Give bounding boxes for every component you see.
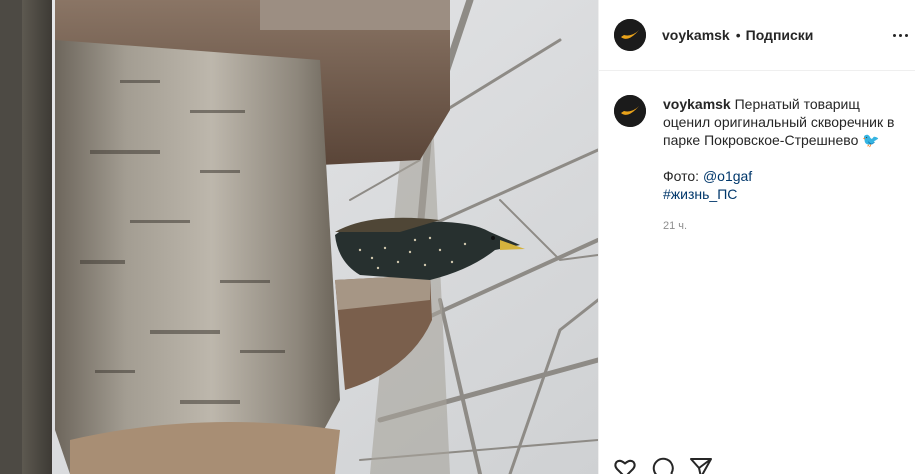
comment-icon[interactable] bbox=[651, 456, 675, 474]
avatar-logo-icon bbox=[614, 95, 646, 127]
heart-icon[interactable] bbox=[613, 456, 637, 474]
post-timestamp[interactable]: 21 ч. bbox=[663, 217, 899, 235]
post-caption: voykamsk Пернатый товарищ оценил оригина… bbox=[599, 71, 915, 235]
caption-avatar[interactable] bbox=[614, 95, 646, 127]
avatar-logo-icon bbox=[614, 19, 646, 51]
instagram-post: voykamsk • Подписки voykamsk Пернатый то… bbox=[0, 0, 915, 474]
photo-starling-birdhouse bbox=[0, 0, 598, 474]
photo-credit-link[interactable]: @o1gaf bbox=[703, 168, 752, 184]
post-header: voykamsk • Подписки bbox=[599, 0, 915, 71]
caption-text-block: voykamsk Пернатый товарищ оценил оригина… bbox=[663, 95, 899, 149]
post-sidebar: voykamsk • Подписки voykamsk Пернатый то… bbox=[598, 0, 915, 474]
hashtag-link[interactable]: #жизнь_ПС bbox=[663, 186, 737, 202]
post-photo[interactable] bbox=[0, 0, 598, 474]
header-username[interactable]: voykamsk bbox=[662, 27, 730, 43]
caption-body: voykamsk Пернатый товарищ оценил оригина… bbox=[663, 95, 899, 235]
photo-credit-line: Фото: @o1gaf bbox=[663, 167, 899, 185]
following-button[interactable]: Подписки bbox=[746, 27, 814, 43]
photo-label: Фото: bbox=[663, 168, 703, 184]
avatar[interactable] bbox=[614, 19, 646, 51]
header-separator: • bbox=[735, 27, 741, 43]
action-bar bbox=[613, 456, 713, 474]
more-options-icon[interactable] bbox=[893, 24, 915, 46]
send-icon[interactable] bbox=[689, 456, 713, 474]
caption-username[interactable]: voykamsk bbox=[663, 96, 731, 112]
bird-emoji: 🐦 bbox=[862, 132, 880, 148]
